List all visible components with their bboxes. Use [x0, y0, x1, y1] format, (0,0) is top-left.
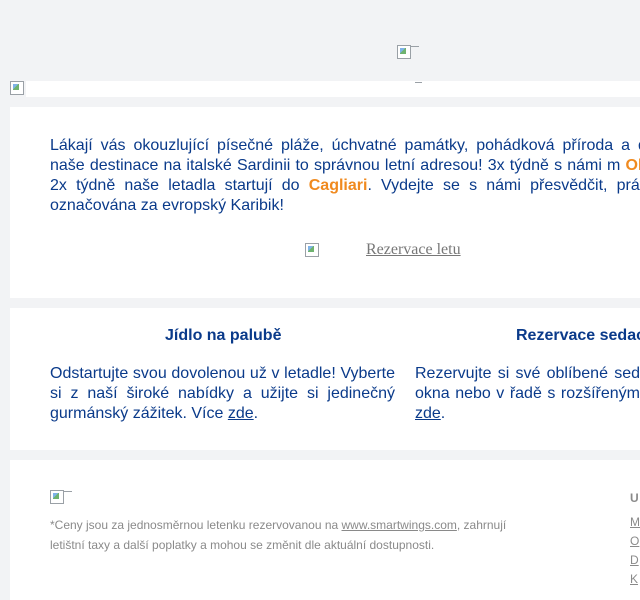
footer-link-3[interactable]: D [630, 553, 639, 567]
seat-text-suffix: . [440, 405, 446, 422]
food-text-suffix: . [253, 405, 259, 422]
intro-card: Lákají vás okouzlující písečné pláže, úc… [10, 107, 640, 298]
reserve-flight-label[interactable]: Rezervace letu [366, 241, 461, 259]
price-disclaimer: *Ceny jsou za jednosměrnou letenku rezer… [50, 515, 530, 555]
footer-card: *Ceny jsou za jednosměrnou letenku rezer… [10, 460, 640, 600]
footer-logo-icon [50, 490, 72, 504]
footer-link-1[interactable]: M [630, 515, 640, 529]
header-divider [415, 82, 422, 83]
food-text-body: Odstartujte svou dovolenou už v letadle!… [50, 365, 395, 422]
food-more-link[interactable]: zde [228, 405, 254, 422]
seat-more-link[interactable]: zde [415, 405, 441, 422]
seat-text: Rezervujte si své oblíbené sed okna nebo… [415, 364, 640, 424]
top-logo-icon [397, 45, 419, 59]
destination-olbia: Olbie [625, 157, 640, 174]
banner-image-icon [10, 81, 24, 95]
destination-cagliari: Cagliari [308, 177, 368, 194]
disclaimer-text: *Ceny jsou za jednosměrnou letenku rezer… [50, 518, 342, 532]
header-banner [26, 81, 640, 97]
seat-text-body: Rezervujte si své oblíbené sed okna nebo… [415, 365, 640, 402]
footer-side-heading: U [630, 491, 639, 505]
footer-link-4[interactable]: K [630, 572, 638, 586]
food-text: Odstartujte svou dovolenou už v letadle!… [50, 364, 395, 424]
services-card: Jídlo na palubě Odstartujte svou dovolen… [10, 308, 640, 450]
intro-text-part: Lákají vás okouzlující písečné pláže, úc… [50, 137, 640, 174]
intro-text: Lákají vás okouzlující písečné pláže, úc… [50, 136, 640, 216]
smartwings-link[interactable]: www.smartwings.com [342, 518, 457, 532]
footer-link-2[interactable]: O [630, 534, 639, 548]
food-title: Jídlo na palubě [165, 327, 282, 344]
broken-image-icon [305, 243, 319, 257]
seat-title: Rezervace sedac [516, 327, 640, 344]
